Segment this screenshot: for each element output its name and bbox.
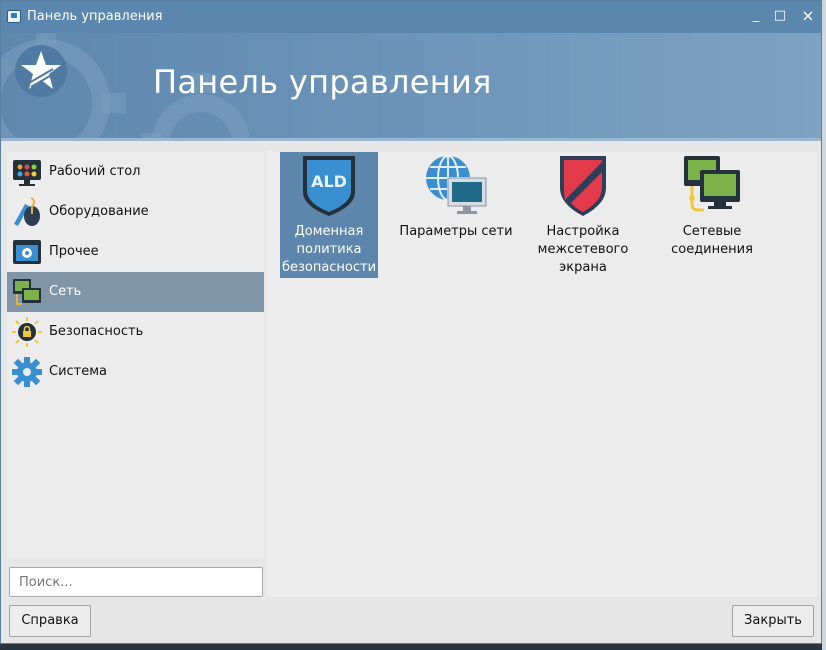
star-logo-icon [15,45,67,97]
applets-panel: ALD Доменная политика безопасности Парамет… [267,151,817,597]
maximize-button[interactable]: □ [772,8,788,24]
ald-shield-icon: ALD [303,156,355,216]
security-icon [12,317,42,347]
sidebar-item-label: Прочее [49,244,99,259]
control-panel-window: Панель управления _ □ × Панель управлени… [0,0,822,644]
applet-domain-security-policy[interactable]: ALD Доменная политика безопасности [280,152,378,278]
sidebar-item-label: Безопасность [49,324,144,339]
network-connections-icon [684,156,740,212]
network-settings-icon [426,155,487,214]
sidebar-item-security[interactable]: Безопасность [7,312,264,352]
sidebar-item-hardware[interactable]: Оборудование [7,192,264,232]
applet-label: Настройка межсетевого экрана [537,224,629,275]
system-gear-icon [12,357,42,387]
sidebar-item-system[interactable]: Система [7,352,264,392]
category-sidebar: Рабочий стол Оборудование Прочее Сеть Бе… [7,151,264,559]
applet-network-settings[interactable]: Параметры сети [399,152,513,278]
applet-network-connections[interactable]: Сетевые соединения [663,152,761,278]
sidebar-item-network[interactable]: Сеть [7,272,264,312]
firewall-shield-icon [560,156,606,216]
minimize-button[interactable]: _ [748,8,764,24]
banner-divider [1,138,821,141]
close-button[interactable]: Закрыть [732,605,814,637]
applet-firewall-settings[interactable]: Настройка межсетевого экрана [534,152,632,278]
search-field[interactable] [9,567,263,597]
sidebar-item-desktop[interactable]: Рабочий стол [7,152,264,192]
title-bar[interactable]: Панель управления _ □ × [1,1,821,33]
search-input[interactable] [17,574,261,591]
app-icon [7,10,21,23]
applet-label: Параметры сети [399,224,513,239]
close-window-button[interactable]: × [800,8,816,24]
applet-label: Сетевые соединения [671,224,753,257]
sidebar-item-label: Сеть [49,284,82,299]
sidebar-item-label: Оборудование [49,204,149,219]
help-button[interactable]: Справка [9,605,91,637]
network-icon [13,279,41,305]
banner-title: Панель управления [153,63,492,101]
applet-label: Доменная политика безопасности [281,224,377,275]
sidebar-item-other[interactable]: Прочее [7,232,264,272]
sidebar-item-label: Рабочий стол [49,164,141,179]
ald-badge: ALD [311,172,347,191]
desktop-icon [13,160,41,186]
window-title: Панель управления [27,9,163,24]
other-icon [13,240,41,264]
header-banner: Панель управления [1,33,821,141]
sidebar-item-label: Система [49,364,108,379]
hardware-icon [14,197,40,226]
desktop-background-strip [822,0,826,650]
